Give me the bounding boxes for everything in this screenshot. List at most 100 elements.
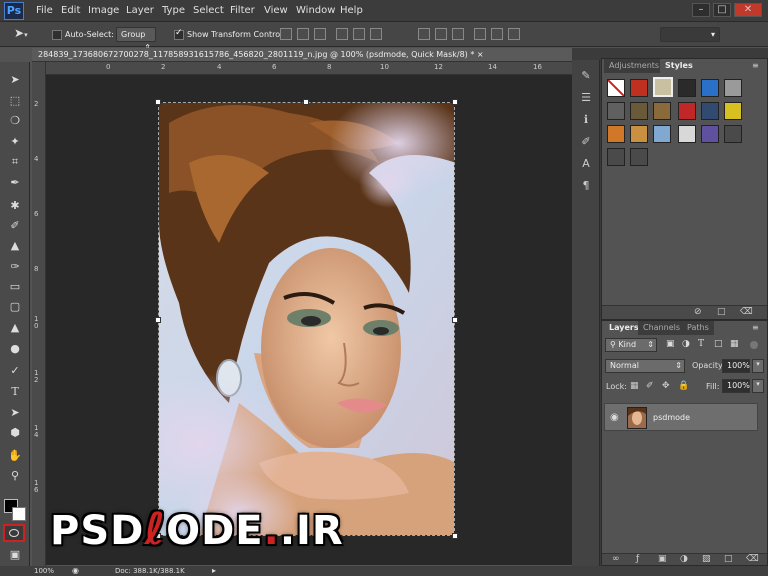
filter-pixel-icon[interactable]: ▣	[666, 339, 675, 349]
menu-help[interactable]: Help	[340, 5, 363, 16]
document-image[interactable]	[158, 102, 455, 536]
marquee-tool-icon[interactable]: ⬚	[5, 92, 25, 109]
style-swatch[interactable]	[630, 79, 648, 97]
lock-image-icon[interactable]: ✐	[646, 381, 654, 391]
character-panel-icon[interactable]: A	[576, 156, 596, 172]
dodge-tool-icon[interactable]: ●	[5, 340, 25, 357]
magic-wand-icon[interactable]: ✦	[5, 133, 25, 150]
move-tool-icon[interactable]: ➤	[5, 71, 25, 88]
lock-transparent-icon[interactable]: ▦	[630, 381, 639, 391]
restore-button[interactable]: □	[713, 3, 731, 17]
style-swatch[interactable]	[607, 125, 625, 143]
align-vcenter-icon[interactable]	[297, 28, 309, 40]
style-swatch[interactable]	[653, 102, 671, 120]
gradient-tool-icon[interactable]: ▢	[5, 298, 25, 315]
align-hcenter-icon[interactable]	[353, 28, 365, 40]
status-menu-icon[interactable]: ▸	[212, 566, 216, 575]
close-button[interactable]: ✕	[734, 3, 762, 17]
filter-toggle[interactable]	[750, 341, 758, 349]
blur-tool-icon[interactable]: ▲	[5, 319, 25, 336]
path-selection-icon[interactable]: ➤	[5, 404, 25, 421]
history-panel-icon[interactable]: ✎	[576, 68, 596, 84]
lasso-tool-icon[interactable]: ❍	[5, 112, 25, 129]
transform-handle[interactable]	[452, 317, 458, 323]
menu-select[interactable]: Select	[193, 5, 224, 16]
adjustment-layer-icon[interactable]: ◑	[680, 554, 688, 564]
align-right-icon[interactable]	[370, 28, 382, 40]
lock-all-icon[interactable]: 🔒	[678, 381, 689, 391]
layer-row[interactable]: ◉ psdmode	[604, 403, 758, 431]
hand-tool-icon[interactable]: ✋	[5, 447, 25, 464]
status-info-icon[interactable]: ◉	[72, 566, 79, 575]
style-swatch[interactable]	[678, 102, 696, 120]
distribute-right-icon[interactable]	[508, 28, 520, 40]
style-swatch[interactable]	[724, 102, 742, 120]
type-tool-icon[interactable]: T	[5, 383, 25, 400]
opacity-input[interactable]: 100%	[722, 359, 750, 373]
pen-tool-icon[interactable]: ✓	[5, 362, 25, 379]
distribute-hcenter-icon[interactable]	[491, 28, 503, 40]
tab-channels[interactable]: Channels	[638, 321, 686, 335]
align-left-icon[interactable]	[336, 28, 348, 40]
new-layer-icon[interactable]: □	[724, 554, 733, 564]
style-swatch[interactable]	[724, 125, 742, 143]
transform-handle[interactable]	[155, 99, 161, 105]
zoom-tool-icon[interactable]: ⚲	[5, 467, 25, 484]
quick-mask-button[interactable]	[3, 524, 25, 542]
align-top-icon[interactable]	[280, 28, 292, 40]
delete-style-icon[interactable]: ⌫	[740, 307, 753, 317]
minimize-button[interactable]: –	[692, 3, 710, 17]
properties-panel-icon[interactable]: ☰	[576, 90, 596, 106]
add-mask-icon[interactable]: ▣	[658, 554, 667, 564]
menu-layer[interactable]: Layer	[126, 5, 154, 16]
link-layers-icon[interactable]: ∞	[612, 554, 620, 564]
zoom-level[interactable]: 100%	[34, 567, 54, 575]
layer-style-icon[interactable]: ƒ	[636, 554, 639, 564]
paragraph-panel-icon[interactable]: ¶	[576, 178, 596, 194]
style-swatch[interactable]	[678, 125, 696, 143]
lock-position-icon[interactable]: ✥	[662, 381, 670, 391]
brush-panel-icon[interactable]: ✐	[576, 134, 596, 150]
transform-handle[interactable]	[155, 317, 161, 323]
eyedropper-tool-icon[interactable]: ✒	[5, 174, 25, 191]
style-swatch[interactable]	[630, 148, 648, 166]
document-tab[interactable]: 284839_173680672700278_117858931615786_4…	[32, 48, 572, 62]
background-color-swatch[interactable]	[12, 507, 26, 521]
layer-name[interactable]: psdmode	[653, 413, 690, 422]
transform-handle[interactable]	[452, 99, 458, 105]
style-swatch[interactable]	[630, 102, 648, 120]
distribute-bottom-icon[interactable]	[452, 28, 464, 40]
document-close-icon[interactable]: ×	[477, 50, 484, 59]
clone-stamp-icon[interactable]: ▲	[5, 237, 25, 254]
workspace-switcher[interactable]: ▾	[660, 27, 720, 42]
crop-tool-icon[interactable]: ⌗	[5, 153, 25, 170]
align-bottom-icon[interactable]	[314, 28, 326, 40]
menu-edit[interactable]: Edit	[61, 5, 80, 16]
clear-style-icon[interactable]: ⊘	[694, 307, 702, 317]
tab-styles[interactable]: Styles	[660, 59, 698, 73]
style-swatch[interactable]	[701, 125, 719, 143]
menu-image[interactable]: Image	[88, 5, 119, 16]
move-tool-preset-icon[interactable]: ➤▾	[14, 26, 28, 40]
distribute-top-icon[interactable]	[418, 28, 430, 40]
brush-tool-icon[interactable]: ✐	[5, 217, 25, 234]
shape-tool-icon[interactable]: ⬢	[5, 424, 25, 441]
new-group-icon[interactable]: ▧	[702, 554, 711, 564]
delete-layer-icon[interactable]: ⌫	[746, 554, 759, 564]
style-swatch[interactable]	[701, 102, 719, 120]
style-swatch-selected[interactable]	[653, 77, 673, 97]
new-style-icon[interactable]: □	[717, 307, 726, 317]
filter-adjustment-icon[interactable]: ◑	[682, 339, 690, 349]
show-transform-checkbox[interactable]: ✓	[174, 28, 184, 40]
panel-menu-icon[interactable]: ≡	[752, 323, 759, 332]
tab-adjustments[interactable]: Adjustments	[604, 59, 665, 73]
screen-mode-icon[interactable]: ▣	[5, 546, 25, 563]
healing-brush-icon[interactable]: ✱	[5, 197, 25, 214]
style-swatch[interactable]	[653, 125, 671, 143]
blend-mode-dropdown[interactable]: Normal ⇕	[605, 359, 685, 373]
layer-filter-dropdown[interactable]: ⚲ Kind ⇕	[605, 338, 657, 352]
style-swatch[interactable]	[607, 148, 625, 166]
tab-paths[interactable]: Paths	[682, 321, 714, 335]
style-swatch[interactable]	[701, 79, 719, 97]
style-swatch[interactable]	[630, 125, 648, 143]
